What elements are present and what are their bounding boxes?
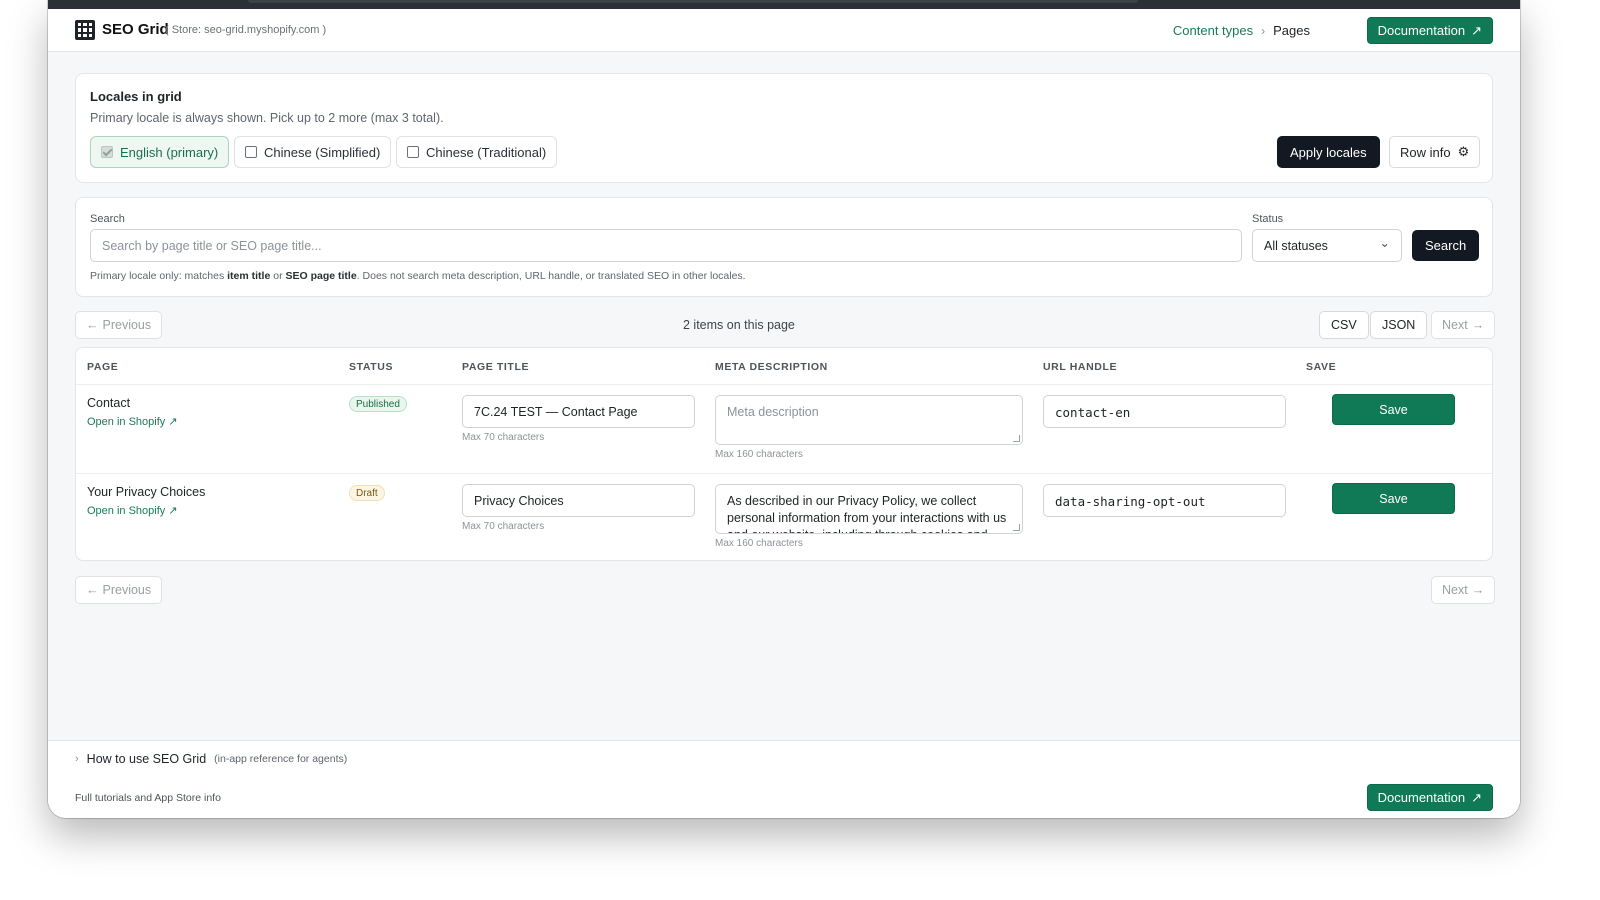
page-name: Contact: [87, 396, 131, 410]
meta-description-hint: Max 160 characters: [715, 449, 803, 460]
tutorials-text: Full tutorials and App Store info: [75, 792, 221, 804]
previous-label: Previous: [102, 583, 152, 597]
page-name: Your Privacy Choices: [87, 485, 206, 499]
page-title-input[interactable]: Privacy Choices: [462, 484, 695, 517]
locale-label: Chinese (Traditional): [426, 144, 547, 160]
meta-description-hint: Max 160 characters: [715, 538, 803, 549]
page-title-input[interactable]: 7C.24 TEST — Contact Page: [462, 395, 695, 428]
csv-export-button[interactable]: CSV: [1319, 311, 1369, 339]
arrow-left-icon: ←: [86, 318, 99, 332]
save-button[interactable]: Save: [1332, 483, 1455, 514]
locale-checkbox-english: English (primary): [90, 136, 230, 168]
items-count: 2 items on this page: [683, 318, 795, 332]
chevron-down-icon: ⌄: [1379, 236, 1390, 250]
pages-table: PAGE STATUS PAGE TITLE META DESCRIPTION …: [75, 347, 1493, 561]
column-header-meta-description: META DESCRIPTION: [715, 361, 828, 373]
documentation-label: Documentation: [1377, 790, 1466, 805]
url-handle-input[interactable]: data-sharing-opt-out: [1043, 484, 1286, 517]
external-link-icon: ↗: [1471, 789, 1482, 805]
status-badge-draft: Draft: [349, 485, 385, 501]
checkbox-checked-icon: [101, 146, 113, 158]
meta-description-textarea[interactable]: As described in our Privacy Policy, we c…: [715, 484, 1023, 534]
checkbox-icon[interactable]: [407, 146, 419, 158]
previous-page-button-top[interactable]: ← Previous: [75, 311, 163, 339]
locale-label: English (primary): [120, 144, 219, 160]
resize-handle-icon[interactable]: [1013, 435, 1020, 442]
previous-label: Previous: [102, 318, 152, 332]
apply-locales-button[interactable]: Apply locales: [1277, 136, 1380, 168]
seo-grid-logo-icon: [75, 20, 95, 40]
resize-handle-icon[interactable]: [1013, 524, 1020, 531]
app-footer: › How to use SEO Grid (in-app reference …: [48, 741, 1520, 818]
gear-icon: ⚙: [1457, 144, 1470, 159]
search-hint: Primary locale only: matches item title …: [90, 270, 746, 282]
meta-description-textarea[interactable]: Meta description: [715, 395, 1023, 445]
locale-label: Chinese (Simplified): [264, 144, 381, 160]
status-label: Status: [1252, 213, 1284, 225]
status-badge-published: Published: [349, 396, 407, 412]
column-header-url-handle: URL HANDLE: [1043, 361, 1118, 373]
locales-card: Locales in grid Primary locale is always…: [75, 73, 1493, 183]
next-page-button-bottom[interactable]: Next →: [1431, 576, 1496, 604]
status-select[interactable]: All statuses ⌄: [1252, 229, 1402, 262]
chevron-right-icon: ›: [75, 753, 79, 765]
meta-description-placeholder: Meta description: [727, 405, 819, 419]
how-to-use-disclosure[interactable]: › How to use SEO Grid (in-app reference …: [75, 752, 347, 766]
checkbox-icon[interactable]: [245, 146, 257, 158]
documentation-button-footer[interactable]: Documentation ↗: [1366, 784, 1493, 811]
column-header-page: PAGE: [87, 361, 119, 373]
column-header-save: SAVE: [1306, 361, 1337, 373]
url-handle-input[interactable]: contact-en: [1043, 395, 1286, 428]
page-title-hint: Max 70 characters: [462, 521, 545, 532]
page-title-hint: Max 70 characters: [462, 432, 545, 443]
column-header-status: STATUS: [349, 361, 394, 373]
locale-checkbox-chinese-traditional[interactable]: Chinese (Traditional): [396, 136, 558, 168]
app-name: SEO Grid: [102, 21, 169, 38]
meta-description-value: As described in our Privacy Policy, we c…: [727, 494, 1007, 533]
open-in-shopify-link[interactable]: Open in Shopify ↗: [87, 504, 178, 517]
search-label: Search: [90, 213, 125, 225]
row-info-label: Row info: [1400, 144, 1451, 160]
search-input[interactable]: Search by page title or SEO page title..…: [90, 229, 1242, 262]
documentation-button[interactable]: Documentation ↗: [1366, 17, 1493, 44]
locales-title: Locales in grid: [90, 89, 182, 104]
next-label: Next: [1442, 583, 1468, 597]
documentation-label: Documentation: [1377, 23, 1466, 38]
locales-subtitle: Primary locale is always shown. Pick up …: [90, 111, 444, 125]
arrow-right-icon: →: [1471, 318, 1485, 332]
column-header-page-title: PAGE TITLE: [462, 361, 530, 373]
next-label: Next: [1442, 318, 1468, 332]
previous-page-button-bottom[interactable]: ← Previous: [75, 576, 163, 604]
next-page-button-top[interactable]: Next →: [1431, 311, 1496, 339]
store-domain: ( Store: seo-grid.myshopify.com ): [165, 24, 327, 36]
how-to-use-note: (in-app reference for agents): [214, 753, 348, 765]
app-window: SEO Grid ( Store: seo-grid.myshopify.com…: [48, 0, 1520, 818]
json-export-button[interactable]: JSON: [1370, 311, 1428, 339]
status-select-value: All statuses: [1264, 238, 1328, 253]
app-header: SEO Grid ( Store: seo-grid.myshopify.com…: [48, 9, 1520, 52]
chevron-right-icon: ›: [1261, 23, 1266, 38]
open-in-shopify-link[interactable]: Open in Shopify ↗: [87, 415, 178, 428]
arrow-right-icon: →: [1471, 583, 1485, 597]
breadcrumb-pages: Pages: [1273, 23, 1310, 38]
save-button[interactable]: Save: [1332, 394, 1455, 425]
search-button[interactable]: Search: [1412, 230, 1480, 261]
locale-checkbox-chinese-simplified[interactable]: Chinese (Simplified): [234, 136, 392, 168]
breadcrumb: Content types › Pages: [1173, 23, 1310, 38]
row-info-button[interactable]: Row info ⚙: [1389, 136, 1481, 168]
breadcrumb-content-types[interactable]: Content types: [1173, 23, 1253, 38]
row-divider: [76, 473, 1492, 474]
browser-top-strip: [48, 0, 1520, 9]
arrow-left-icon: ←: [86, 583, 99, 597]
how-to-use-label: How to use SEO Grid: [86, 752, 207, 766]
external-link-icon: ↗: [1471, 22, 1482, 38]
search-card: Search Search by page title or SEO page …: [75, 197, 1493, 297]
table-header-divider: [76, 384, 1492, 385]
